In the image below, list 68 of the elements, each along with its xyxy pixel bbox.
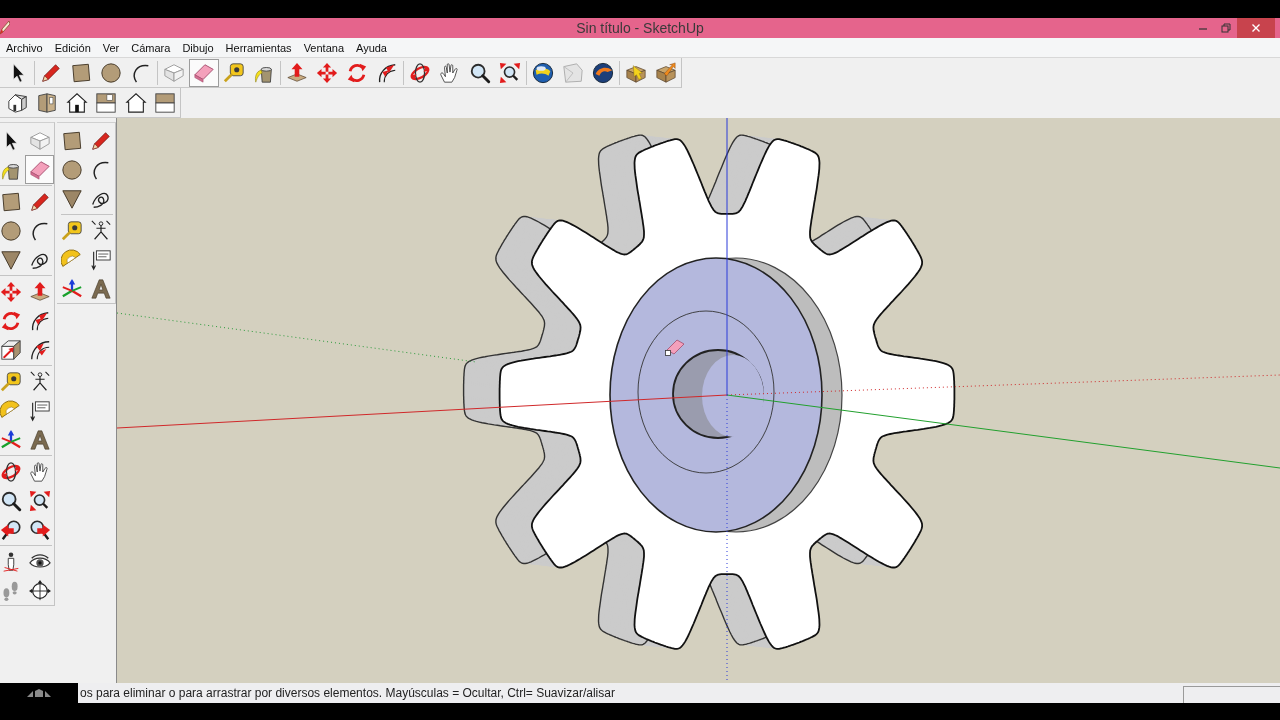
pencil-logo-icon: [0, 20, 10, 36]
tape-measure-icon: [60, 219, 83, 242]
eraser-icon: [193, 61, 215, 84]
tape-measure-icon: [0, 370, 22, 393]
orbit-icon: [409, 61, 431, 84]
menu-item[interactable]: Ayuda: [350, 40, 393, 55]
text-label-icon: [89, 248, 112, 271]
magnifier-back-arrow-icon: [0, 518, 22, 541]
offset-arcs-icon: [28, 338, 51, 361]
axes-icon: [0, 428, 22, 451]
measurements-field[interactable]: [1183, 686, 1280, 703]
move-arrows-icon: [316, 61, 338, 84]
letter-a-icon: [28, 428, 51, 451]
zoom-extents-icon: [499, 61, 521, 84]
close-icon: [1251, 23, 1261, 33]
globe-icon: [532, 61, 554, 84]
menu-item[interactable]: Ver: [96, 40, 126, 55]
push-pull-icon: [286, 61, 308, 84]
hand-icon: [439, 61, 461, 84]
menu-item[interactable]: Edición: [48, 40, 97, 55]
curved-arrows-icon: [376, 61, 398, 84]
eraser-icon: [28, 158, 51, 181]
menu-item[interactable]: Ventana: [297, 40, 350, 55]
circle-icon: [60, 158, 83, 181]
stick-figure-icon: [89, 219, 112, 242]
menu-item[interactable]: Dibujo: [176, 40, 220, 55]
move-arrows-icon: [0, 280, 22, 303]
triangle-icon: [0, 248, 22, 271]
house-top-icon: [95, 91, 118, 114]
split-box-icon: [154, 91, 177, 114]
restore-icon: [1220, 23, 1231, 33]
text-label-icon: [28, 399, 51, 422]
hand-icon: [28, 460, 51, 483]
window-title: Sin título - SketchUp: [576, 20, 704, 36]
circle-icon: [0, 219, 22, 242]
cube-icon: [28, 129, 51, 152]
house-outline-icon: [124, 91, 147, 114]
menu-item[interactable]: Cámara: [125, 40, 177, 55]
menu-item[interactable]: Herramientas: [219, 40, 298, 55]
pencil-icon: [40, 61, 62, 84]
magnifier-forward-arrow-icon: [28, 518, 51, 541]
pencil-icon: [28, 190, 51, 213]
axes-icon: [60, 277, 83, 300]
zoom-icon: [469, 61, 491, 84]
cube-icon: [163, 61, 185, 84]
folded-sheet-icon: [562, 61, 584, 84]
box-arrow-out-icon: [655, 61, 677, 84]
house-front-icon: [65, 91, 88, 114]
letter-a-icon: [89, 277, 112, 300]
globe-swoosh-icon: [592, 61, 614, 84]
stick-figure-icon: [28, 370, 51, 393]
crosshair-circle-icon: [28, 579, 51, 602]
zoom-icon: [0, 489, 22, 512]
house-3d-icon: [6, 91, 29, 114]
tape-measure-icon: [223, 61, 245, 84]
triangle-icon: [60, 187, 83, 210]
pencil-icon: [89, 129, 112, 152]
box-door-icon: [36, 91, 59, 114]
menu-item[interactable]: Archivo: [0, 40, 49, 55]
eraser-cursor-icon: [665, 339, 685, 356]
circle-icon: [100, 61, 122, 84]
zoom-extents-icon: [28, 489, 51, 512]
rotate-arrows-icon: [0, 309, 22, 332]
push-pull-icon: [28, 280, 51, 303]
status-hint: os para eliminar o para arrastrar por diversos elementos. Mayúsculas = Ocultar, Ctrl= Suavizar/alisar: [80, 686, 615, 700]
orbit-icon: [0, 460, 22, 483]
status-indicator-icon: [25, 688, 53, 698]
rotate-arrows-icon: [346, 61, 368, 84]
